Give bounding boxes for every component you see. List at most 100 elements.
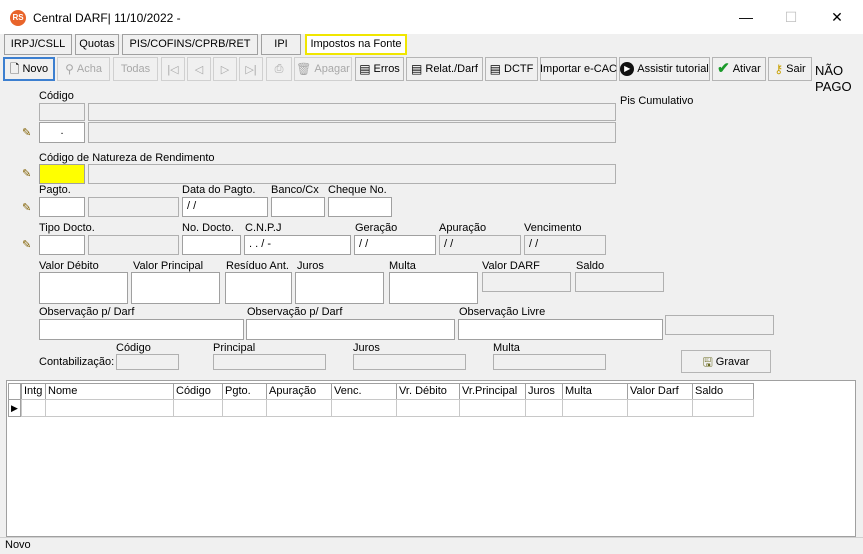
tab-irpj-csll[interactable]: IRPJ/CSLL bbox=[4, 34, 72, 55]
erros-button[interactable]: ▤ Erros bbox=[355, 57, 404, 81]
grid-header-venc[interactable]: Venc. bbox=[331, 383, 397, 400]
grid-header-valor-darf[interactable]: Valor Darf bbox=[627, 383, 693, 400]
data-pagto-input[interactable]: / / bbox=[182, 197, 268, 217]
banco-input[interactable] bbox=[271, 197, 325, 217]
juros-label: Juros bbox=[297, 260, 324, 272]
next-record-button[interactable]: ▷ bbox=[213, 57, 237, 81]
dctf-button[interactable]: ▤ DCTF bbox=[485, 57, 538, 81]
no-docto-input[interactable] bbox=[182, 235, 241, 255]
tab-impostos-na-fonte[interactable]: Impostos na Fonte bbox=[305, 34, 407, 55]
minimize-button[interactable]: — bbox=[723, 0, 769, 34]
tipo-docto-input[interactable] bbox=[39, 235, 85, 255]
print-button[interactable]: ⎙ bbox=[266, 57, 292, 81]
grid-header-intg[interactable]: Intg bbox=[21, 383, 46, 400]
tutorial-label: Assistir tutorial bbox=[637, 63, 709, 75]
todas-button[interactable]: Todas bbox=[113, 57, 158, 81]
sair-button[interactable]: ⚷ Sair bbox=[768, 57, 812, 81]
residuo-input[interactable] bbox=[225, 272, 292, 304]
grid-header-codigo[interactable]: Código bbox=[173, 383, 223, 400]
grid-header-nome[interactable]: Nome bbox=[45, 383, 174, 400]
assistir-tutorial-button[interactable]: ▶ Assistir tutorial bbox=[619, 57, 710, 81]
play-icon: ▶ bbox=[620, 62, 635, 76]
grid-header-apuracao[interactable]: Apuração bbox=[266, 383, 332, 400]
geracao-input[interactable]: / / bbox=[354, 235, 436, 255]
relat-darf-button[interactable]: ▤ Relat./Darf bbox=[406, 57, 483, 81]
grid-cell[interactable] bbox=[396, 399, 460, 417]
grid-cell[interactable] bbox=[45, 399, 174, 417]
previous-record-button[interactable]: ◁ bbox=[187, 57, 211, 81]
grid-cell[interactable] bbox=[692, 399, 754, 417]
tab-pis-cofins[interactable]: PIS/COFINS/CPRB/RET bbox=[122, 34, 258, 55]
acha-label: Acha bbox=[76, 63, 102, 75]
valor-principal-input[interactable] bbox=[131, 272, 220, 304]
codigo-description bbox=[88, 122, 616, 143]
natureza-label: Código de Natureza de Rendimento bbox=[39, 152, 215, 164]
next-icon: ▷ bbox=[220, 63, 230, 76]
obs-extra-field bbox=[665, 315, 774, 335]
contabilizacao-label: Contabilização: bbox=[39, 356, 115, 368]
apagar-label: Apagar bbox=[314, 63, 350, 75]
cnpj-input[interactable]: . . / - bbox=[244, 235, 351, 255]
tab-quotas[interactable]: Quotas bbox=[75, 34, 119, 55]
previous-icon: ◁ bbox=[194, 63, 204, 76]
status-bar bbox=[0, 537, 863, 554]
residuo-label: Resíduo Ant. bbox=[226, 260, 289, 272]
geracao-label: Geração bbox=[355, 222, 398, 234]
novo-label: Novo bbox=[22, 63, 49, 75]
valor-debito-input[interactable] bbox=[39, 272, 128, 304]
juros-input[interactable] bbox=[295, 272, 384, 304]
saldo-label: Saldo bbox=[576, 260, 605, 272]
vencimento-label: Vencimento bbox=[524, 222, 582, 234]
grid-cell[interactable] bbox=[173, 399, 223, 417]
codigo-label: Código bbox=[39, 90, 74, 102]
obs-darf-2-input[interactable] bbox=[246, 319, 455, 340]
grid-cell[interactable] bbox=[459, 399, 526, 417]
grid-header-multa[interactable]: Multa bbox=[562, 383, 628, 400]
pagto-input[interactable] bbox=[39, 197, 85, 217]
grid-cell[interactable] bbox=[21, 399, 46, 417]
grid-corner bbox=[8, 383, 21, 400]
grid-cell[interactable] bbox=[331, 399, 397, 417]
first-record-button[interactable]: |◁ bbox=[161, 57, 185, 81]
ativar-label: Ativar bbox=[732, 63, 761, 75]
report-icon: ▤ bbox=[411, 62, 423, 76]
obs-darf-1-label: Observação p/ Darf bbox=[39, 306, 135, 318]
close-button[interactable]: ✕ bbox=[814, 0, 860, 34]
grid-header-vr-principal[interactable]: Vr.Principal bbox=[459, 383, 526, 400]
obs-livre-label: Observação Livre bbox=[459, 306, 546, 318]
tab-ipi[interactable]: IPI bbox=[261, 34, 301, 55]
last-record-button[interactable]: ▷| bbox=[239, 57, 263, 81]
grid-cell[interactable] bbox=[222, 399, 267, 417]
grid-cell[interactable] bbox=[525, 399, 563, 417]
valor-darf-label: Valor DARF bbox=[482, 260, 540, 272]
natureza-input[interactable] bbox=[39, 164, 85, 184]
maximize-button[interactable]: ☐ bbox=[768, 0, 814, 34]
cheque-input[interactable] bbox=[328, 197, 392, 217]
novo-button[interactable]: 🗋 Novo bbox=[3, 57, 55, 81]
ativar-button[interactable]: ✔ Ativar bbox=[712, 57, 766, 81]
gravar-label: Gravar bbox=[715, 355, 750, 368]
contab-multa-field bbox=[493, 354, 606, 370]
tipo-docto-label: Tipo Docto. bbox=[39, 222, 95, 234]
importar-ecac-button[interactable]: Importar e-CAC bbox=[540, 57, 617, 81]
vencimento-field: / / bbox=[524, 235, 606, 255]
printer-icon: ⎙ bbox=[274, 62, 284, 75]
sair-label: Sair bbox=[786, 63, 806, 75]
grid-cell[interactable] bbox=[627, 399, 693, 417]
grid-cell[interactable] bbox=[266, 399, 332, 417]
grid-header-juros[interactable]: Juros bbox=[525, 383, 563, 400]
gravar-button[interactable]: 🖫 Gravar bbox=[681, 350, 771, 373]
report-icon: ▤ bbox=[489, 62, 501, 76]
codigo-input[interactable]: . bbox=[39, 122, 85, 143]
grid-header-pgto[interactable]: Pgto. bbox=[222, 383, 267, 400]
obs-darf-1-input[interactable] bbox=[39, 319, 244, 340]
apagar-button[interactable]: 🗑 Apagar bbox=[294, 57, 352, 81]
grid-header-vr-debito[interactable]: Vr. Débito bbox=[396, 383, 460, 400]
no-docto-label: No. Docto. bbox=[182, 222, 234, 234]
multa-input[interactable] bbox=[389, 272, 478, 304]
obs-livre-input[interactable] bbox=[458, 319, 663, 340]
edit-pencil-icon: ✎ bbox=[22, 239, 32, 251]
grid-header-saldo[interactable]: Saldo bbox=[692, 383, 754, 400]
grid-cell[interactable] bbox=[562, 399, 628, 417]
acha-button[interactable]: ⚲ Acha bbox=[57, 57, 110, 81]
